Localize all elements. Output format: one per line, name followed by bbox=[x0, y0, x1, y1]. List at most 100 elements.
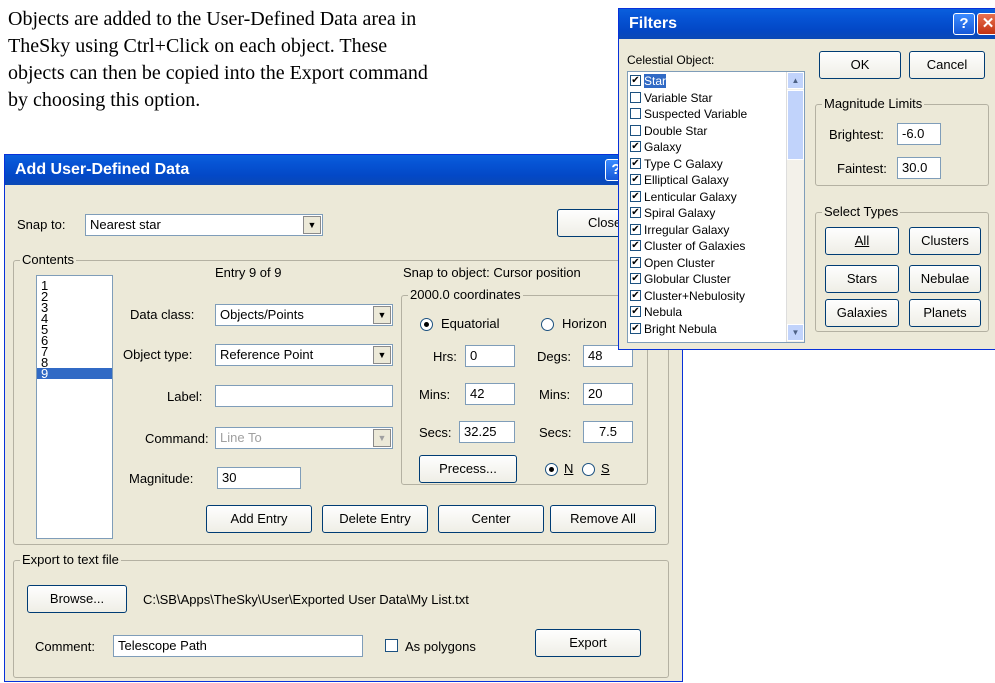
precess-button[interactable]: Precess... bbox=[419, 455, 517, 483]
filter-item[interactable]: ✔ Elliptical Galaxy bbox=[628, 173, 787, 190]
object-type-select[interactable]: Reference Point ▼ bbox=[215, 344, 393, 366]
checkbox-checked-icon[interactable]: ✔ bbox=[630, 141, 641, 152]
list-item[interactable]: 6 bbox=[37, 334, 112, 347]
comment-input[interactable]: Telescope Path bbox=[113, 635, 363, 657]
center-button[interactable]: Center bbox=[438, 505, 544, 533]
filter-item-label: Open Cluster bbox=[644, 255, 715, 270]
filter-item[interactable]: ✔ Cluster of Galaxies bbox=[628, 239, 787, 256]
list-item[interactable]: 2 bbox=[37, 290, 112, 303]
north-radio[interactable] bbox=[545, 463, 558, 476]
checkbox-unchecked-icon[interactable] bbox=[630, 91, 641, 103]
filter-item[interactable]: ✔ Star bbox=[628, 74, 787, 91]
nebulae-button[interactable]: Nebulae bbox=[909, 265, 981, 293]
filter-item[interactable]: ✔ Spiral Galaxy bbox=[628, 206, 787, 223]
filter-item[interactable]: Variable Star bbox=[628, 91, 787, 108]
close-icon[interactable]: ✕ bbox=[977, 13, 995, 35]
browse-button[interactable]: Browse... bbox=[27, 585, 127, 613]
remove-all-label: Remove All bbox=[570, 511, 636, 526]
filter-item-label: Suspected Variable bbox=[644, 107, 748, 121]
chevron-down-icon: ▼ bbox=[303, 216, 321, 234]
ok-button[interactable]: OK bbox=[819, 51, 901, 79]
planets-button[interactable]: Planets bbox=[909, 299, 981, 327]
filter-item[interactable]: ✔ Type C Galaxy bbox=[628, 157, 787, 174]
list-item[interactable]: 8 bbox=[37, 356, 112, 369]
clusters-button[interactable]: Clusters bbox=[909, 227, 981, 255]
list-item-selected[interactable]: 9 bbox=[37, 367, 112, 380]
hrs-input[interactable]: 0 bbox=[465, 345, 515, 367]
scroll-up-icon[interactable]: ▲ bbox=[787, 72, 804, 89]
filter-item-label: Star bbox=[644, 74, 667, 88]
browse-label: Browse... bbox=[49, 591, 105, 606]
checkbox-checked-icon[interactable]: ✔ bbox=[630, 75, 641, 86]
export-group: Export to text file bbox=[13, 552, 669, 678]
filter-item[interactable]: ✔ Lenticular Galaxy bbox=[628, 190, 787, 207]
filter-item[interactable]: ✔ Bright Nebula bbox=[628, 322, 787, 339]
command-label: Command: bbox=[145, 431, 209, 446]
all-button[interactable]: All bbox=[825, 227, 899, 255]
filter-item[interactable]: ✔ Globular Cluster bbox=[628, 272, 787, 289]
equatorial-radio[interactable] bbox=[420, 318, 433, 331]
checkbox-checked-icon[interactable]: ✔ bbox=[630, 157, 641, 169]
filter-item-label: Bright Nebula bbox=[644, 321, 717, 336]
list-item[interactable]: 5 bbox=[37, 323, 112, 336]
delete-entry-button[interactable]: Delete Entry bbox=[322, 505, 428, 533]
checkbox-checked-icon[interactable]: ✔ bbox=[630, 256, 641, 268]
mins-label: Mins: bbox=[419, 387, 451, 402]
checkbox-checked-icon[interactable]: ✔ bbox=[630, 190, 641, 202]
scroll-down-icon[interactable]: ▼ bbox=[787, 324, 804, 341]
horizon-radio[interactable] bbox=[541, 318, 554, 331]
dialog-titlebar: Add User-Defined Data bbox=[5, 155, 682, 185]
as-polygons-checkbox[interactable] bbox=[385, 639, 398, 652]
checkbox-unchecked-icon[interactable] bbox=[630, 108, 641, 119]
celestial-object-list[interactable]: ✔ Star Variable Star Suspected Variable Doub… bbox=[627, 71, 805, 343]
checkbox-checked-icon[interactable]: ✔ bbox=[630, 322, 641, 334]
filter-item[interactable]: ✔ Open Cluster bbox=[628, 256, 787, 273]
dec-secs-input[interactable]: 7.5 bbox=[583, 421, 633, 443]
checkbox-checked-icon[interactable]: ✔ bbox=[630, 273, 641, 284]
label-input[interactable] bbox=[215, 385, 393, 407]
data-class-value: Objects/Points bbox=[220, 307, 304, 322]
secs-input[interactable]: 32.25 bbox=[459, 421, 515, 443]
checkbox-checked-icon[interactable]: ✔ bbox=[630, 289, 641, 301]
magnitude-input[interactable]: 30 bbox=[217, 467, 301, 489]
data-class-select[interactable]: Objects/Points ▼ bbox=[215, 304, 393, 326]
galaxies-button[interactable]: Galaxies bbox=[825, 299, 899, 327]
instruction-line: by choosing this option. bbox=[8, 89, 201, 111]
comment-label: Comment: bbox=[35, 639, 95, 654]
filter-item[interactable]: Suspected Variable bbox=[628, 107, 787, 124]
as-polygons-label: As polygons bbox=[405, 639, 476, 654]
checkbox-checked-icon[interactable]: ✔ bbox=[630, 207, 641, 218]
filter-item[interactable]: ✔ Nebula bbox=[628, 305, 787, 322]
remove-all-button[interactable]: Remove All bbox=[550, 505, 656, 533]
dec-mins-input[interactable]: 20 bbox=[583, 383, 633, 405]
filter-item-label: Double Star bbox=[644, 123, 708, 138]
list-item[interactable]: 3 bbox=[37, 301, 112, 314]
stars-button[interactable]: Stars bbox=[825, 265, 899, 293]
checkbox-checked-icon[interactable]: ✔ bbox=[630, 240, 641, 251]
export-button[interactable]: Export bbox=[535, 629, 641, 657]
snap-to-select[interactable]: Nearest star ▼ bbox=[85, 214, 323, 236]
help-icon[interactable]: ? bbox=[953, 13, 975, 35]
checkbox-checked-icon[interactable]: ✔ bbox=[630, 174, 641, 185]
filter-item[interactable]: Double Star bbox=[628, 124, 787, 141]
filter-item[interactable]: ✔ Cluster+Nebulosity bbox=[628, 289, 787, 306]
list-scrollbar[interactable]: ▲ ▼ bbox=[786, 72, 804, 342]
list-item[interactable]: 7 bbox=[37, 345, 112, 358]
mins-input[interactable]: 42 bbox=[465, 383, 515, 405]
faintest-input[interactable]: 30.0 bbox=[897, 157, 941, 179]
filter-item[interactable]: ✔ Galaxy bbox=[628, 140, 787, 157]
checkbox-unchecked-icon[interactable] bbox=[630, 124, 641, 136]
south-radio[interactable] bbox=[582, 463, 595, 476]
cancel-button[interactable]: Cancel bbox=[909, 51, 985, 79]
list-item[interactable]: 1 bbox=[37, 276, 112, 292]
scroll-thumb[interactable] bbox=[787, 90, 804, 160]
command-select[interactable]: Line To ▼ bbox=[215, 427, 393, 449]
add-entry-button[interactable]: Add Entry bbox=[206, 505, 312, 533]
checkbox-checked-icon[interactable]: ✔ bbox=[630, 306, 641, 317]
filter-item[interactable]: ✔ Irregular Galaxy bbox=[628, 223, 787, 240]
brightest-input[interactable]: -6.0 bbox=[897, 123, 941, 145]
checkbox-checked-icon[interactable]: ✔ bbox=[630, 223, 641, 235]
entries-list[interactable]: 1 2 3 4 5 6 7 8 9 bbox=[36, 275, 113, 539]
list-item[interactable]: 4 bbox=[37, 312, 112, 325]
close-button-label: Close bbox=[588, 215, 622, 230]
